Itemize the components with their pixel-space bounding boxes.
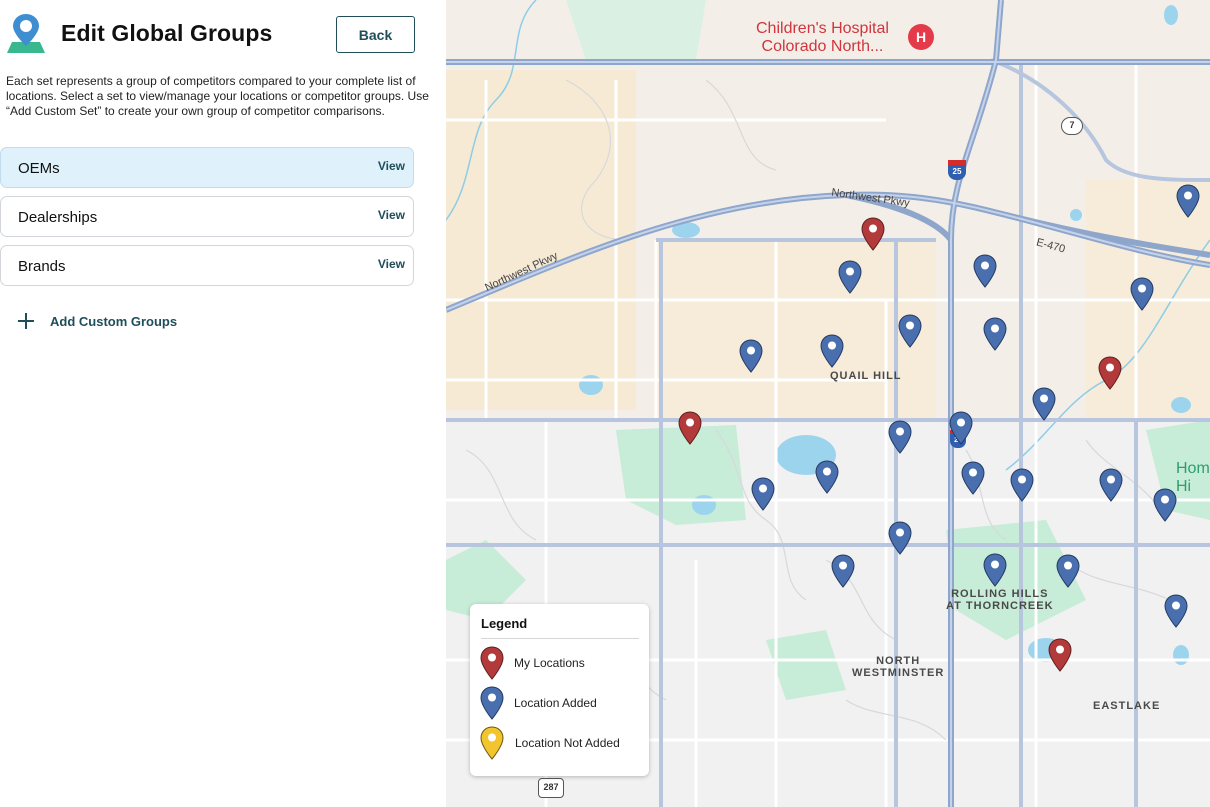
- location-added-pin-icon[interactable]: [983, 317, 1007, 351]
- hospital-label-line2: Colorado North...: [761, 38, 884, 55]
- location-added-pin-icon[interactable]: [1153, 488, 1177, 522]
- group-name: OEMs: [18, 160, 60, 177]
- area-label-line: ROLLING HILLS: [951, 588, 1049, 600]
- my-location-pin-icon[interactable]: [1098, 356, 1122, 390]
- us-287-shield-icon: 287: [538, 778, 564, 798]
- plus-icon: [18, 313, 34, 329]
- add-custom-groups-label: Add Custom Groups: [50, 313, 178, 329]
- view-link[interactable]: View: [378, 159, 405, 173]
- header: Edit Global Groups Back: [0, 0, 446, 70]
- location-added-pin-icon[interactable]: [973, 254, 997, 288]
- legend-divider: [481, 638, 639, 639]
- location-added-pin-icon[interactable]: [815, 460, 839, 494]
- legend-label: Location Not Added: [515, 736, 620, 750]
- location-added-pin-icon[interactable]: [1176, 184, 1200, 218]
- group-item-oems[interactable]: OEMs View: [0, 147, 414, 188]
- location-added-pin-icon[interactable]: [831, 554, 855, 588]
- location-added-pin-icon[interactable]: [1010, 468, 1034, 502]
- location-added-pin-icon[interactable]: [739, 339, 763, 373]
- legend-label: Location Added: [514, 696, 597, 710]
- area-label-line: Hi: [1176, 478, 1192, 495]
- group-list: OEMs View Dealerships View Brands View: [0, 147, 414, 294]
- legend-item-location-added: Location Added: [480, 686, 645, 720]
- hospital-label-line1: Children's Hospital: [756, 20, 889, 37]
- left-panel: Edit Global Groups Back Each set represe…: [0, 0, 446, 807]
- location-added-pin-icon[interactable]: [949, 411, 973, 445]
- description-text: Each set represents a group of competito…: [6, 74, 429, 118]
- location-added-pin-icon[interactable]: [838, 260, 862, 294]
- group-item-brands[interactable]: Brands View: [0, 245, 414, 286]
- legend-item-location-not-added: Location Not Added: [480, 726, 645, 760]
- location-added-pin-icon[interactable]: [888, 521, 912, 555]
- group-name: Brands: [18, 258, 66, 275]
- legend-label: My Locations: [514, 656, 585, 670]
- page-title: Edit Global Groups: [61, 20, 273, 46]
- location-added-pin-icon[interactable]: [961, 461, 985, 495]
- location-added-pin-icon[interactable]: [751, 477, 775, 511]
- area-label-line: Hom: [1176, 460, 1210, 477]
- area-label-rolling-hills: ROLLING HILLS AT THORNCREEK: [946, 588, 1054, 612]
- group-item-dealerships[interactable]: Dealerships View: [0, 196, 414, 237]
- area-label-line: WESTMINSTER: [852, 667, 945, 679]
- my-location-pin-icon[interactable]: [1048, 638, 1072, 672]
- red-map-pin-icon: [480, 646, 504, 680]
- location-added-pin-icon[interactable]: [983, 553, 1007, 587]
- area-label-line: NORTH: [876, 655, 921, 667]
- yellow-map-pin-icon: [480, 726, 504, 760]
- map-view[interactable]: Children's Hospital Colorado North... H …: [446, 0, 1210, 807]
- my-location-pin-icon[interactable]: [678, 411, 702, 445]
- map-legend: Legend My Locations Location Added Locat…: [470, 604, 649, 776]
- area-label-home: Hom Hi: [1176, 460, 1210, 496]
- location-added-pin-icon[interactable]: [1164, 594, 1188, 628]
- location-added-pin-icon[interactable]: [820, 334, 844, 368]
- area-label-quail-hill: QUAIL HILL: [830, 370, 902, 382]
- hospital-icon[interactable]: H: [908, 24, 934, 50]
- add-custom-groups-button[interactable]: Add Custom Groups: [18, 311, 177, 331]
- location-added-pin-icon[interactable]: [898, 314, 922, 348]
- area-label-line: AT THORNCREEK: [946, 600, 1054, 612]
- hospital-label: Children's Hospital Colorado North...: [756, 20, 889, 56]
- my-location-pin-icon[interactable]: [861, 217, 885, 251]
- location-added-pin-icon[interactable]: [1099, 468, 1123, 502]
- route-7-shield-icon: 7: [1061, 117, 1083, 135]
- legend-title: Legend: [481, 616, 528, 631]
- location-added-pin-icon[interactable]: [888, 420, 912, 454]
- area-label-eastlake: EASTLAKE: [1093, 700, 1161, 712]
- legend-item-my-locations: My Locations: [480, 646, 645, 680]
- location-added-pin-icon[interactable]: [1056, 554, 1080, 588]
- interstate-25-shield-icon: 25: [948, 160, 966, 180]
- group-name: Dealerships: [18, 209, 98, 226]
- location-pin-logo-icon: [7, 14, 45, 53]
- location-added-pin-icon[interactable]: [1130, 277, 1154, 311]
- location-added-pin-icon[interactable]: [1032, 387, 1056, 421]
- view-link[interactable]: View: [378, 208, 405, 222]
- area-label-north-westminster: NORTH WESTMINSTER: [852, 655, 944, 679]
- view-link[interactable]: View: [378, 257, 405, 271]
- back-button[interactable]: Back: [336, 16, 415, 53]
- blue-map-pin-icon: [480, 686, 504, 720]
